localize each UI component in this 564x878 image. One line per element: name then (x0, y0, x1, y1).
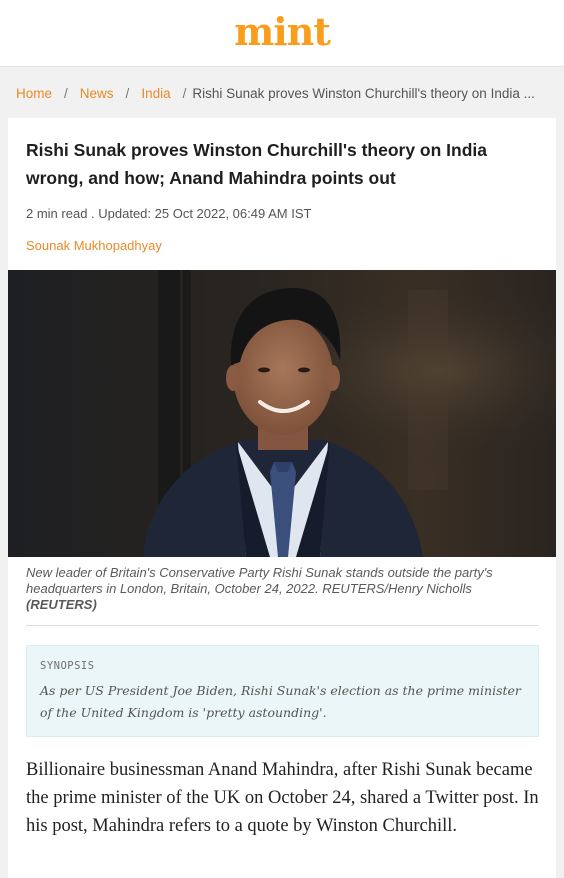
article-meta: 2 min read . Updated: 25 Oct 2022, 06:49… (26, 206, 312, 221)
breadcrumb-home-link[interactable]: Home (16, 86, 52, 101)
breadcrumb-separator: / (125, 85, 130, 101)
breadcrumb-india-link[interactable]: India (141, 86, 170, 101)
hero-image (8, 270, 556, 557)
synopsis-box: SYNOPSIS As per US President Joe Biden, … (26, 645, 539, 737)
divider (26, 625, 538, 626)
breadcrumb-current-page: Rishi Sunak proves Winston Churchill's t… (192, 85, 535, 101)
image-credit: (REUTERS) (26, 597, 97, 612)
image-caption-text: New leader of Britain's Conservative Par… (26, 565, 493, 596)
breadcrumb-news-link[interactable]: News (80, 86, 114, 101)
synopsis-text: As per US President Joe Biden, Rishi Sun… (40, 683, 521, 720)
hero-photo-illustration (8, 270, 556, 557)
breadcrumb-separator: / (182, 85, 187, 101)
article-body-paragraph: Billionaire businessman Anand Mahindra, … (26, 760, 539, 836)
breadcrumb: Home / News / India / Rishi Sunak proves… (0, 67, 564, 119)
breadcrumb-separator: / (64, 85, 68, 101)
author-link[interactable]: Sounak Mukhopadhyay (26, 238, 162, 253)
site-header: mint (0, 0, 564, 67)
synopsis-label: SYNOPSIS (40, 660, 95, 672)
mint-logo[interactable]: mint (234, 13, 331, 51)
article-headline: Rishi Sunak proves Winston Churchill's t… (26, 140, 488, 188)
article-card: Rishi Sunak proves Winston Churchill's t… (8, 118, 556, 878)
image-caption: New leader of Britain's Conservative Par… (26, 565, 546, 613)
